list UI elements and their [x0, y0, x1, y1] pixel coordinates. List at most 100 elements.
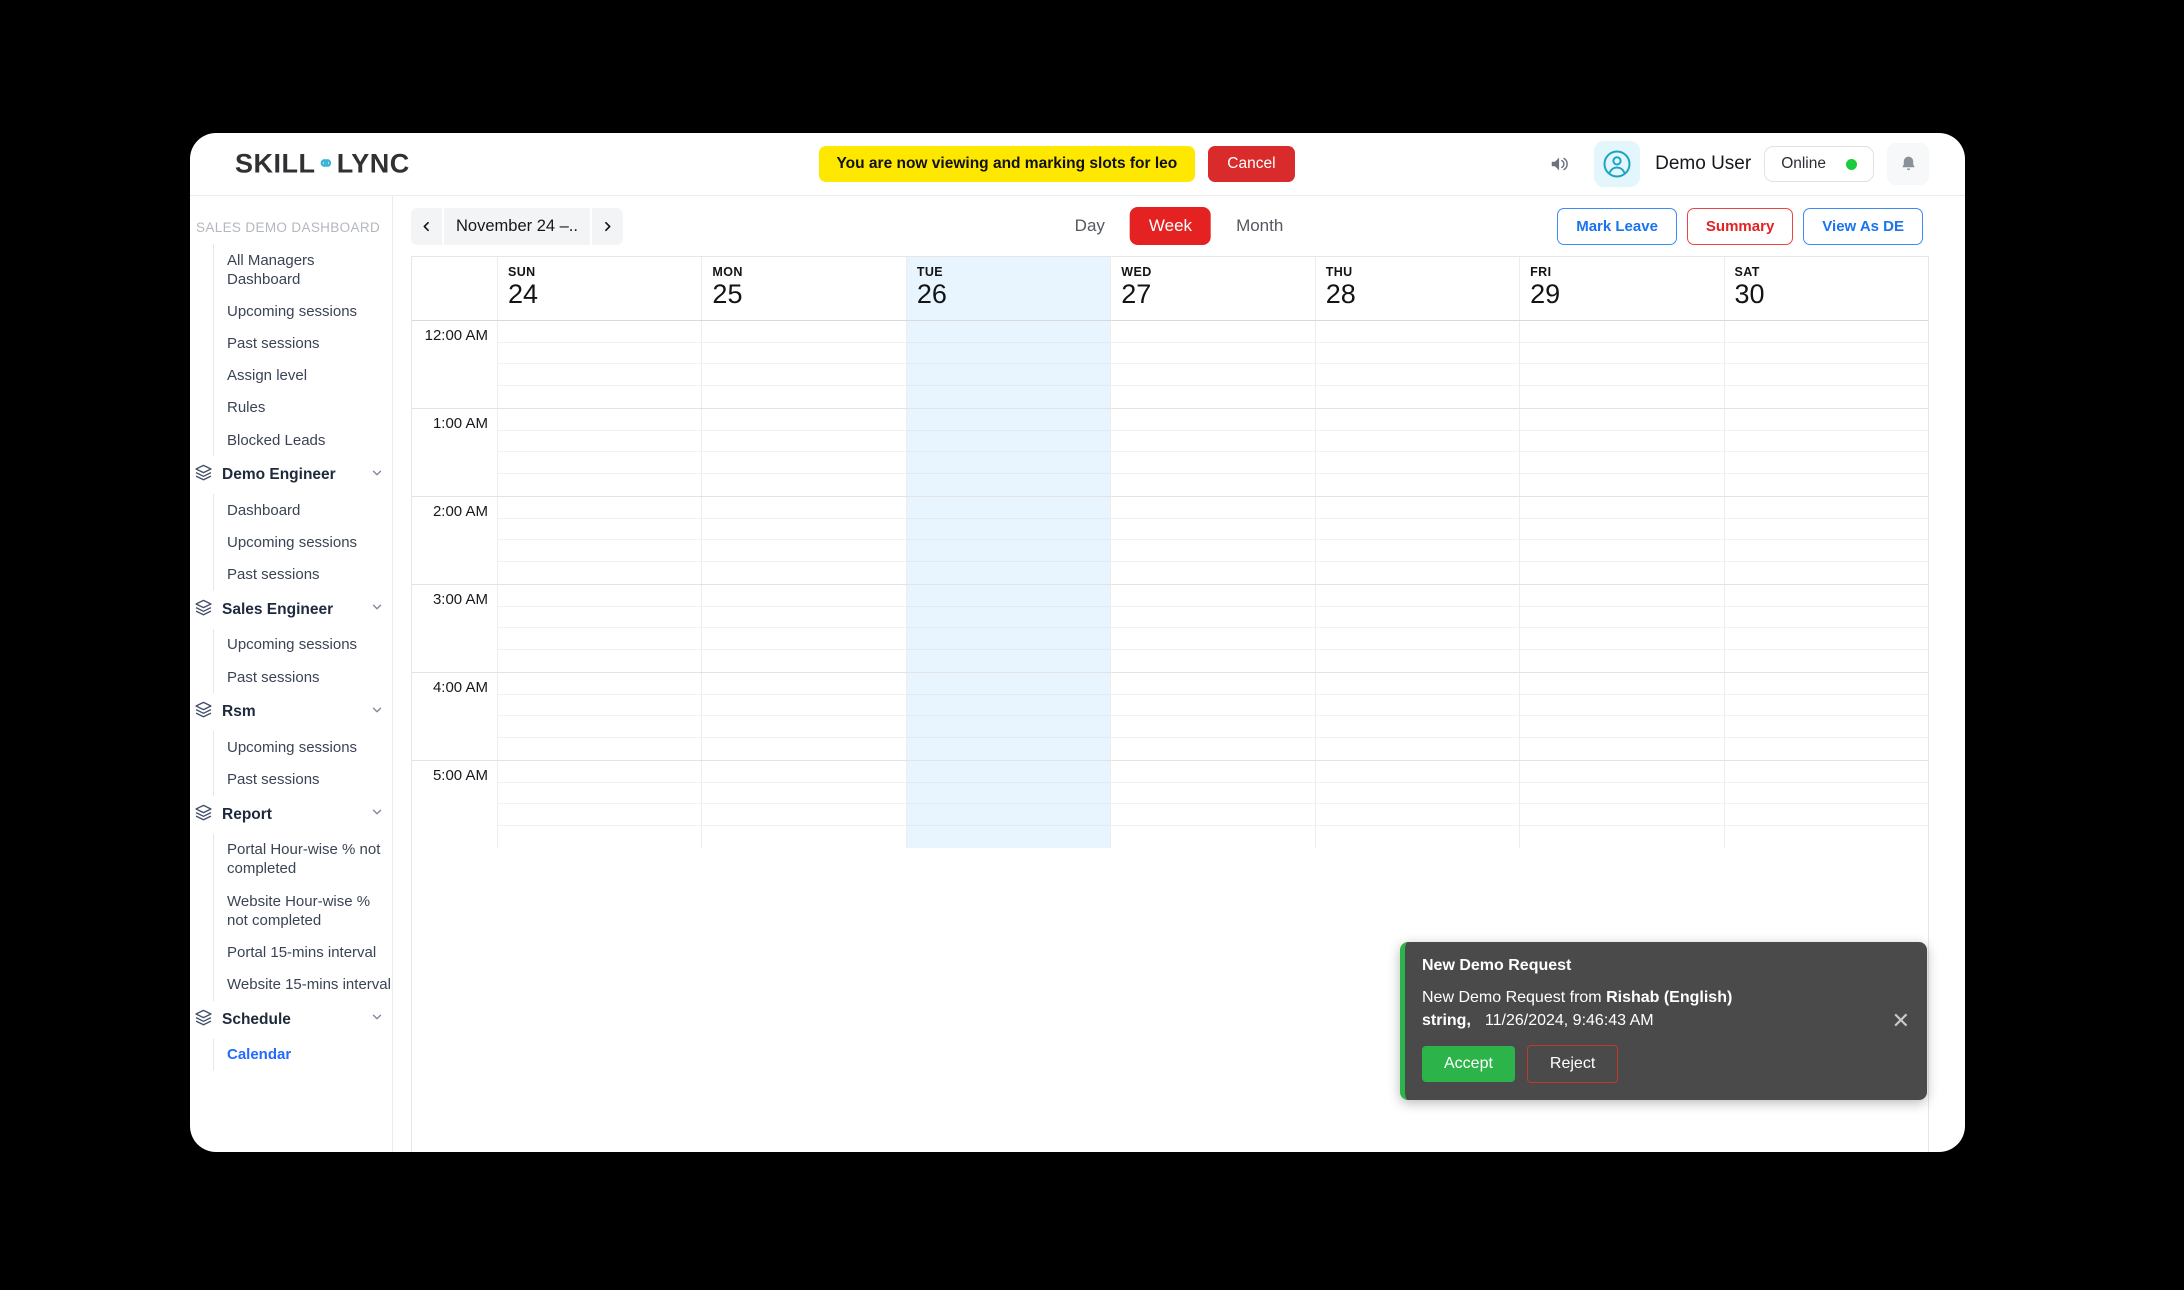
calendar-quarter-slot[interactable] — [1111, 783, 1315, 805]
calendar-quarter-slot[interactable] — [1315, 497, 1520, 519]
summary-button[interactable]: Summary — [1686, 207, 1794, 245]
calendar-quarter-slot[interactable] — [498, 673, 702, 695]
calendar-quarter-slot[interactable] — [1316, 562, 1519, 584]
calendar-slot-cell[interactable] — [1724, 409, 1928, 496]
calendar-day-header-tue[interactable]: TUE 26 — [906, 257, 1112, 320]
view-as-de-button[interactable]: View As DE — [1803, 207, 1923, 245]
calendar-quarter-slot[interactable] — [498, 716, 702, 739]
calendar-quarter-slot[interactable] — [1111, 452, 1315, 475]
calendar-quarter-slot[interactable] — [1111, 607, 1315, 629]
calendar-quarter-slot[interactable] — [906, 519, 1111, 541]
accept-button[interactable]: Accept — [1422, 1046, 1515, 1082]
calendar-day-header-sat[interactable]: SAT 30 — [1725, 257, 1928, 320]
calendar-quarter-slot[interactable] — [1111, 540, 1315, 563]
calendar-quarter-slot[interactable] — [702, 826, 905, 848]
calendar-slot-cell[interactable] — [1724, 761, 1928, 848]
calendar-quarter-slot[interactable] — [498, 761, 702, 783]
calendar-quarter-slot[interactable] — [1315, 585, 1520, 607]
calendar-quarter-slot[interactable] — [702, 673, 906, 695]
calendar-quarter-slot[interactable] — [1111, 695, 1315, 717]
sidebar-item-past-sessions[interactable]: Past sessions — [227, 661, 392, 693]
mark-leave-button[interactable]: Mark Leave — [1557, 207, 1677, 245]
calendar-quarter-slot[interactable] — [702, 804, 906, 827]
calendar-day-header-fri[interactable]: FRI 29 — [1520, 257, 1725, 320]
calendar-quarter-slot[interactable] — [1724, 673, 1928, 695]
calendar-quarter-slot[interactable] — [1520, 783, 1724, 805]
calendar-quarter-slot[interactable] — [906, 540, 1111, 563]
calendar-slot-cell[interactable] — [1724, 673, 1928, 760]
calendar-quarter-slot[interactable] — [498, 562, 701, 584]
close-icon[interactable]: ✕ — [1892, 1009, 1910, 1032]
calendar-quarter-slot[interactable] — [1724, 364, 1928, 387]
calendar-quarter-slot[interactable] — [1315, 695, 1520, 717]
calendar-quarter-slot[interactable] — [498, 474, 701, 496]
calendar-quarter-slot[interactable] — [1315, 628, 1520, 651]
sidebar-item-website-15-mins-interval[interactable]: Website 15-mins interval — [227, 969, 392, 1001]
volume-icon[interactable] — [1539, 143, 1581, 185]
status-badge[interactable]: Online — [1764, 146, 1874, 182]
calendar-slot-cell[interactable] — [702, 672, 907, 760]
calendar-quarter-slot[interactable] — [1315, 343, 1520, 365]
calendar-day-header-mon[interactable]: MON 25 — [702, 257, 907, 320]
sidebar-item-website-hour-wise-not-completed[interactable]: Website Hour-wise % not completed — [227, 885, 392, 936]
calendar-quarter-slot[interactable] — [907, 562, 1110, 584]
calendar-quarter-slot[interactable] — [1315, 452, 1520, 475]
calendar-quarter-slot[interactable] — [907, 738, 1110, 760]
calendar-quarter-slot[interactable] — [1316, 826, 1519, 848]
calendar-quarter-slot[interactable] — [1520, 673, 1724, 695]
view-button-week[interactable]: Week — [1129, 207, 1212, 245]
calendar-slot-cell[interactable] — [906, 760, 1112, 848]
calendar-quarter-slot[interactable] — [907, 650, 1110, 672]
calendar-quarter-slot[interactable] — [906, 804, 1111, 827]
calendar-quarter-slot[interactable] — [1520, 386, 1723, 408]
calendar-quarter-slot[interactable] — [498, 585, 702, 607]
calendar-quarter-slot[interactable] — [906, 716, 1111, 739]
calendar-quarter-slot[interactable] — [1111, 628, 1315, 651]
calendar-quarter-slot[interactable] — [1315, 804, 1520, 827]
calendar-quarter-slot[interactable] — [1315, 607, 1520, 629]
calendar-quarter-slot[interactable] — [1724, 452, 1928, 475]
calendar-quarter-slot[interactable] — [1111, 386, 1314, 408]
calendar-quarter-slot[interactable] — [906, 695, 1111, 717]
calendar-slot-cell[interactable] — [498, 496, 703, 584]
calendar-slot-cell[interactable] — [1111, 584, 1316, 672]
calendar-quarter-slot[interactable] — [1315, 540, 1520, 563]
calendar-quarter-slot[interactable] — [1724, 585, 1928, 607]
calendar-quarter-slot[interactable] — [1111, 716, 1315, 739]
calendar-quarter-slot[interactable] — [1520, 321, 1724, 343]
calendar-quarter-slot[interactable] — [498, 497, 702, 519]
calendar-quarter-slot[interactable] — [1111, 761, 1315, 783]
calendar-quarter-slot[interactable] — [906, 761, 1111, 783]
calendar-slot-cell[interactable] — [1315, 320, 1521, 408]
calendar-quarter-slot[interactable] — [1724, 716, 1928, 739]
chevron-down-icon[interactable] — [370, 805, 384, 824]
calendar-quarter-slot[interactable] — [498, 738, 701, 760]
calendar-slot-cell[interactable] — [1520, 408, 1725, 496]
calendar-quarter-slot[interactable] — [1315, 519, 1520, 541]
calendar-quarter-slot[interactable] — [702, 716, 906, 739]
calendar-quarter-slot[interactable] — [702, 761, 906, 783]
sidebar-item-dashboard[interactable]: Dashboard — [227, 494, 392, 526]
calendar-quarter-slot[interactable] — [906, 452, 1111, 475]
calendar-quarter-slot[interactable] — [702, 695, 906, 717]
calendar-quarter-slot[interactable] — [1111, 519, 1315, 541]
calendar-quarter-slot[interactable] — [1520, 364, 1724, 387]
calendar-quarter-slot[interactable] — [1725, 386, 1928, 408]
calendar-quarter-slot[interactable] — [1111, 826, 1314, 848]
calendar-quarter-slot[interactable] — [1315, 321, 1520, 343]
calendar-quarter-slot[interactable] — [907, 826, 1110, 848]
sidebar-group-header-report[interactable]: Report — [190, 796, 392, 834]
sidebar-group-header-rsm[interactable]: Rsm — [190, 693, 392, 731]
calendar-quarter-slot[interactable] — [702, 497, 906, 519]
calendar-quarter-slot[interactable] — [1520, 497, 1724, 519]
calendar-quarter-slot[interactable] — [1111, 804, 1315, 827]
calendar-quarter-slot[interactable] — [498, 452, 702, 475]
calendar-quarter-slot[interactable] — [702, 783, 906, 805]
sidebar-group-header-schedule[interactable]: Schedule — [190, 1001, 392, 1039]
calendar-quarter-slot[interactable] — [1111, 321, 1315, 343]
calendar-quarter-slot[interactable] — [702, 364, 906, 387]
calendar-quarter-slot[interactable] — [1520, 695, 1724, 717]
calendar-quarter-slot[interactable] — [1724, 343, 1928, 365]
calendar-slot-cell[interactable] — [1520, 760, 1725, 848]
calendar-quarter-slot[interactable] — [1724, 628, 1928, 651]
